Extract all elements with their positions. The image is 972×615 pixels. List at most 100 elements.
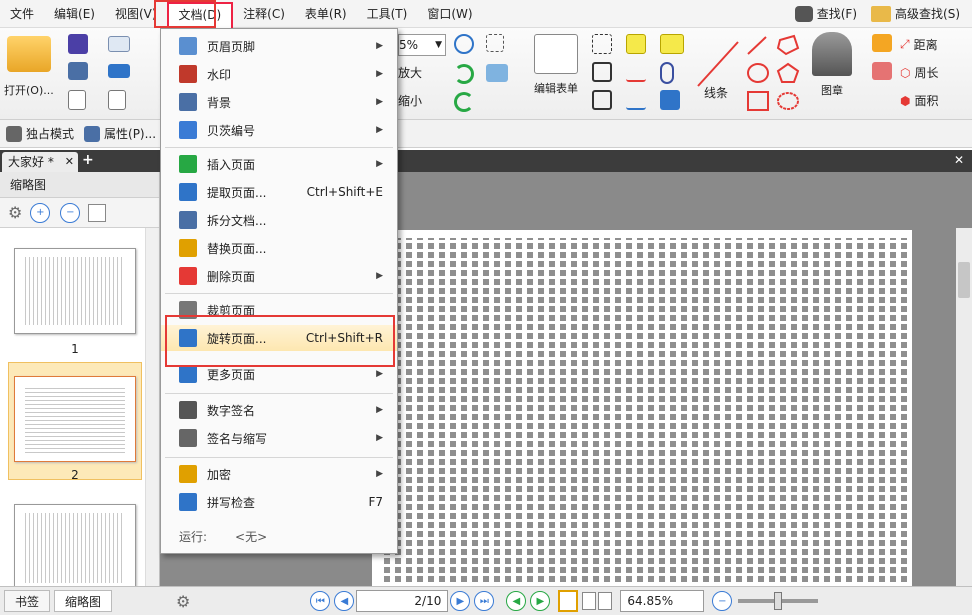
rotate-right-icon[interactable]	[454, 64, 474, 84]
sound-icon[interactable]	[660, 90, 680, 110]
menu-window[interactable]: 窗口(W)	[417, 0, 482, 28]
menu-item-extract-pages[interactable]: 提取页面... Ctrl+Shift+E	[161, 179, 397, 205]
image-tool-icon[interactable]	[486, 64, 508, 82]
attachment-icon[interactable]	[660, 62, 674, 84]
scanner-icon[interactable]	[108, 64, 130, 78]
continuous-page-icon[interactable]	[582, 592, 597, 610]
zoom-out-button[interactable]: −	[712, 591, 733, 611]
text-column	[439, 238, 445, 582]
page-number-field[interactable]: 2/10	[356, 590, 449, 612]
zoom-slider-handle[interactable]	[774, 592, 783, 610]
forward-button[interactable]: ▶	[530, 591, 551, 611]
eraser-icon[interactable]	[872, 62, 892, 80]
area-button[interactable]: ⬢ 面积	[900, 92, 939, 109]
next-page-button[interactable]: ▶	[450, 591, 471, 611]
thumbnail-scrollbar[interactable]	[145, 228, 159, 592]
menu-item-shortcut: F7	[368, 495, 383, 509]
page-thumbnail-3[interactable]	[14, 504, 136, 592]
zoom-plus-icon[interactable]	[454, 34, 474, 54]
distance-button[interactable]: ⤢ 距离	[900, 36, 938, 53]
rotate-page-icon[interactable]	[88, 203, 107, 222]
ellipse-tool-icon[interactable]	[746, 62, 770, 84]
email-icon[interactable]	[108, 36, 130, 52]
menu-item-header-footer[interactable]: 页眉页脚 ▶	[161, 33, 397, 59]
menu-comment[interactable]: 注释(C)	[233, 0, 295, 28]
textbox-tool-icon[interactable]	[592, 34, 612, 54]
menu-tools[interactable]: 工具(T)	[357, 0, 418, 28]
pencil-icon[interactable]	[872, 34, 892, 52]
line-tool-icon[interactable]	[694, 38, 742, 90]
menu-item-insert-pages[interactable]: 插入页面 ▶	[161, 151, 397, 177]
find-button[interactable]: 查找(F)	[794, 5, 857, 22]
arrow-tool-icon[interactable]	[746, 34, 770, 56]
first-page-button[interactable]: ⏮	[310, 591, 331, 611]
new-tab-icon[interactable]: +	[82, 152, 94, 168]
zoom-combo[interactable]: 5% ▼	[398, 34, 446, 56]
underline-icon[interactable]	[626, 90, 646, 110]
gear-icon[interactable]: ⚙	[176, 592, 190, 611]
perimeter-button[interactable]: ⬡ 周长	[900, 64, 939, 81]
document-scrollbar-thumb[interactable]	[958, 262, 970, 298]
menu-file[interactable]: 文件	[0, 0, 44, 28]
menu-item-delete-pages[interactable]: 删除页面 ▶	[161, 263, 397, 289]
close-document-icon[interactable]: ✕	[954, 153, 964, 167]
page-thumbnail-1[interactable]	[14, 248, 136, 334]
tab-thumbnails[interactable]: 缩略图	[54, 590, 113, 612]
advanced-find-button[interactable]: 高级查找(S)	[871, 5, 960, 22]
print-icon[interactable]	[68, 62, 88, 80]
rotate-left-icon[interactable]	[454, 92, 474, 112]
zoom-out-icon[interactable]: −	[60, 202, 81, 223]
menu-item-replace-pages[interactable]: 替换页面...	[161, 235, 397, 261]
back-button[interactable]: ◀	[506, 591, 527, 611]
menu-item-sign-initials[interactable]: 签名与缩写 ▶	[161, 425, 397, 451]
stamp-button[interactable]: 图章	[812, 32, 852, 98]
callout-tool-icon[interactable]	[592, 90, 612, 110]
select-text-icon[interactable]	[486, 34, 504, 52]
distance-label: 距离	[913, 38, 938, 52]
folder-icon	[6, 36, 51, 72]
zoom-in-button[interactable]: 放大	[398, 64, 422, 81]
last-page-button[interactable]: ⏭	[474, 591, 495, 611]
exclusive-mode-button[interactable]: 独占模式	[6, 125, 74, 142]
polygon-tool-icon[interactable]	[776, 34, 800, 56]
zoom-in-icon[interactable]: +	[30, 202, 51, 223]
typewriter-icon[interactable]	[626, 34, 646, 54]
text-column	[901, 238, 907, 582]
menu-item-watermark[interactable]: 水印 ▶	[161, 61, 397, 87]
rectangle-tool-icon[interactable]	[746, 90, 770, 112]
strikethrough-icon[interactable]	[626, 62, 646, 82]
chevron-right-icon: ▶	[376, 405, 383, 415]
menu-item-label: 替换页面...	[207, 241, 267, 256]
page-icon[interactable]	[68, 90, 86, 110]
menu-item-digital-signature[interactable]: 数字签名 ▶	[161, 397, 397, 423]
close-icon[interactable]: ✕	[65, 152, 74, 172]
properties-button[interactable]: 属性(P)...	[84, 125, 156, 142]
note-icon[interactable]	[660, 34, 684, 54]
menu-item-label: 页眉页脚	[207, 39, 256, 54]
open-button[interactable]: 打开(O)...	[4, 36, 54, 98]
menu-edit[interactable]: 编辑(E)	[44, 0, 105, 28]
zoom-field[interactable]: 64.85%	[620, 590, 705, 612]
gear-icon[interactable]: ⚙	[8, 203, 22, 222]
previous-page-button[interactable]: ◀	[334, 591, 355, 611]
page-thumbnail-2[interactable]	[14, 376, 136, 462]
menu-form[interactable]: 表单(R)	[295, 0, 357, 28]
edit-form-button[interactable]: 编辑表单	[534, 34, 578, 96]
menu-item-encrypt[interactable]: 加密 ▶	[161, 461, 397, 487]
menu-item-bates-number[interactable]: 贝茨编号 ▶	[161, 117, 397, 143]
menu-item-spell-check[interactable]: 拼写检查 F7	[161, 489, 397, 515]
tab-document[interactable]: 大家好 * ✕	[2, 152, 78, 172]
menu-item-split-document[interactable]: 拆分文档...	[161, 207, 397, 233]
tab-bookmarks[interactable]: 书签	[4, 590, 51, 612]
pentagon-tool-icon[interactable]	[776, 62, 800, 84]
single-page-icon[interactable]	[558, 590, 579, 612]
menu-item-background[interactable]: 背景 ▶	[161, 89, 397, 115]
zoom-out-button[interactable]: 缩小	[398, 92, 422, 109]
textfield-tool-icon[interactable]	[592, 62, 612, 82]
line-label: 线条	[704, 86, 729, 100]
two-page-icon[interactable]	[598, 592, 613, 610]
cloud-tool-icon[interactable]	[776, 90, 800, 112]
zoom-slider[interactable]	[738, 592, 819, 610]
new-doc-icon[interactable]	[108, 90, 126, 110]
save-icon[interactable]	[68, 34, 88, 54]
